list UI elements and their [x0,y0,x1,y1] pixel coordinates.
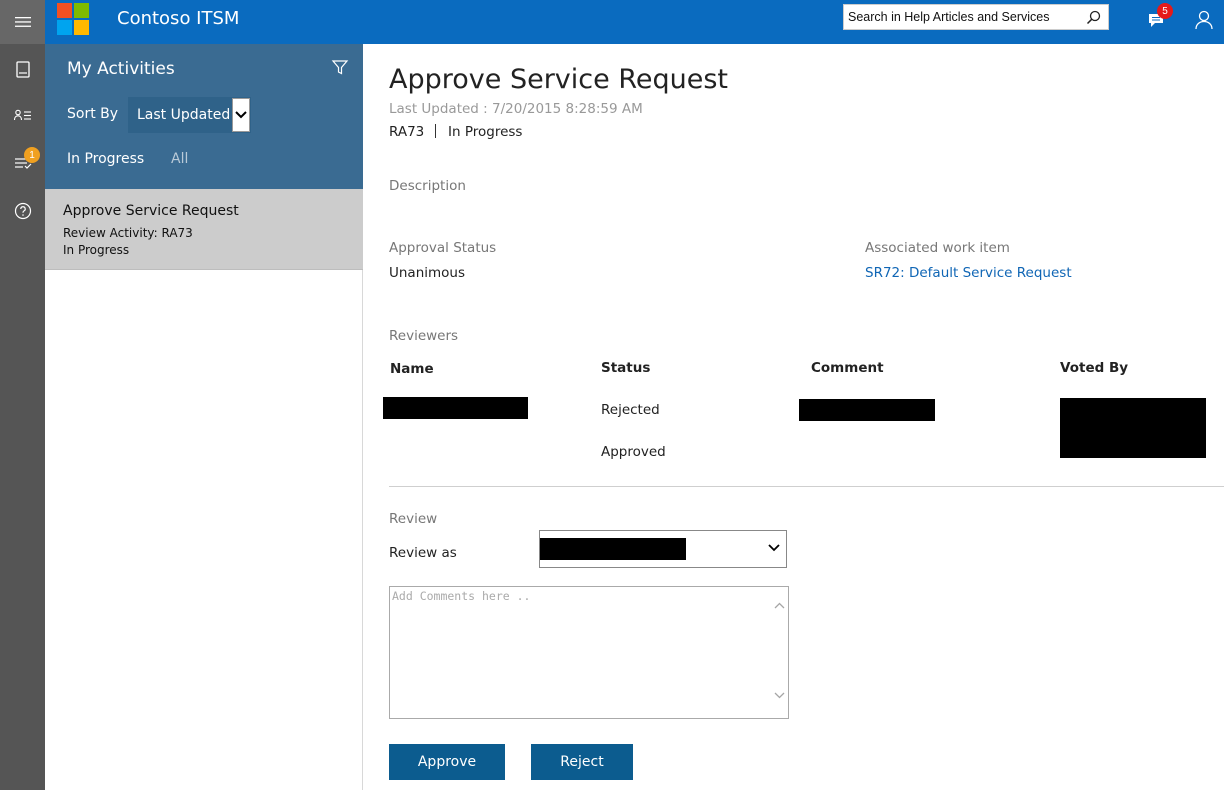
column-header-voted-by: Voted By [1060,360,1129,376]
app-title: Contoso ITSM [117,8,240,29]
reviewer-status: Rejected [601,402,660,418]
page-title: Approve Service Request [389,64,728,95]
chevron-down-icon[interactable] [773,689,786,702]
redacted-review-as-value [540,538,686,560]
search-input[interactable] [844,6,1082,28]
last-updated: Last Updated : 7/20/2015 8:28:59 AM [389,101,643,117]
redacted-reviewer-comment [799,399,935,421]
rail-button-activities[interactable] [0,140,45,186]
sort-by-label: Sort By [67,106,119,122]
approval-status-label: Approval Status [389,240,497,256]
contact-list-icon [13,109,31,121]
activity-subtitle: Review Activity: RA73 [63,226,193,240]
reviewers-label: Reviewers [389,328,459,344]
sort-by-value: Last Updated [137,107,231,123]
help-icon [14,202,31,220]
tab-in-progress[interactable]: In Progress [67,151,144,167]
sort-by-select[interactable]: Last Updated [128,97,251,133]
reject-button[interactable]: Reject [531,744,633,780]
activities-title: My Activities [67,59,175,79]
notification-count-badge: 5 [1157,3,1173,19]
comments-box [389,586,789,719]
activities-header: My Activities Sort By Last Updated In Pr… [45,44,363,189]
activity-list-item[interactable]: Approve Service Request Review Activity:… [45,189,363,270]
logo-square-red [57,3,72,18]
chevron-up-icon[interactable] [773,599,786,612]
logo-square-blue [57,20,72,35]
column-header-name: Name [390,361,434,377]
activity-state: In Progress [448,124,523,140]
activity-title: Approve Service Request [63,203,239,219]
review-label: Review [389,511,438,527]
review-as-select[interactable] [539,530,787,568]
reviewer-status: Approved [601,444,666,460]
review-as-label: Review as [389,545,457,561]
activity-id: RA73 [389,124,425,140]
section-divider [389,486,1224,487]
redacted-reviewer-name [383,397,528,419]
activity-detail: Approve Service Request Last Updated : 7… [364,44,1224,790]
column-header-status: Status [601,360,651,376]
hamburger-icon [14,17,31,27]
logo-square-green [74,3,89,18]
user-account-button[interactable] [1192,8,1216,32]
top-bar: Contoso ITSM 5 [0,0,1224,44]
activities-count-badge: 1 [24,147,40,163]
comments-scrollbar[interactable] [771,587,788,718]
hamburger-menu-button[interactable] [0,0,45,44]
description-label: Description [389,178,466,194]
tab-all[interactable]: All [171,151,188,167]
redacted-voted-by [1060,398,1206,458]
approve-button[interactable]: Approve [389,744,505,780]
comments-textarea[interactable] [390,587,772,718]
search-icon[interactable] [1082,6,1104,28]
id-separator [435,124,436,138]
app-logo [57,3,89,35]
book-icon [15,60,30,78]
rail-button-help[interactable] [0,188,45,234]
chevron-down-icon [232,98,250,132]
logo-square-yellow [74,20,89,35]
rail-button-requests[interactable] [0,92,45,138]
associated-work-item-label: Associated work item [865,240,1010,256]
search-box [843,4,1109,30]
activities-panel: My Activities Sort By Last Updated In Pr… [45,44,363,790]
filter-icon[interactable] [331,59,349,77]
approval-status-value: Unanimous [389,265,466,281]
rail-button-knowledge[interactable] [0,46,45,92]
chevron-down-icon [768,544,780,552]
activity-status: In Progress [63,243,130,257]
column-header-comment: Comment [811,360,884,376]
user-icon [1195,10,1213,30]
associated-work-item-link[interactable]: SR72: Default Service Request [865,265,1072,281]
